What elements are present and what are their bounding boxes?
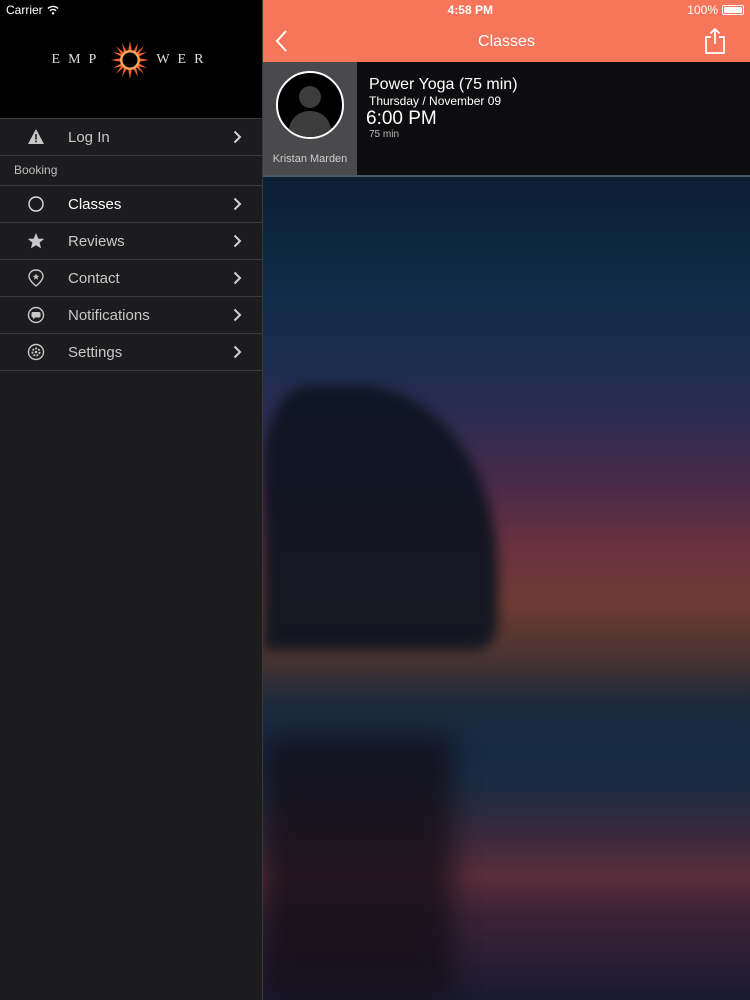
circle-icon (26, 194, 46, 214)
sidebar-item-reviews[interactable]: Reviews (0, 223, 262, 260)
logo-text-right: WER (156, 52, 212, 67)
person-silhouette-icon (288, 86, 332, 137)
avatar (276, 71, 344, 139)
class-card[interactable]: Kristan Marden Power Yoga (75 min) Thurs… (263, 62, 750, 177)
instructor-name: Kristan Marden (272, 153, 348, 165)
chevron-right-icon (233, 308, 242, 322)
logo-text-left: EMP (51, 52, 105, 67)
status-carrier: Carrier (6, 3, 59, 17)
status-battery: 100% (687, 3, 744, 17)
navigation-bar: 4:58 PM 100% Classes (263, 0, 750, 62)
sidebar-item-label: Classes (68, 195, 122, 213)
background-reflection (263, 735, 453, 1000)
sidebar-item-label: Reviews (68, 232, 125, 250)
gear-icon (26, 342, 46, 362)
share-icon[interactable] (704, 27, 726, 55)
class-title: Power Yoga (75 min) (369, 76, 518, 93)
sidebar: Carrier EMP WER Log In Booking Classes R… (0, 0, 263, 1000)
sidebar-item-label: Notifications (68, 306, 150, 324)
sun-logo-icon (111, 41, 150, 79)
status-time: 4:58 PM (447, 3, 493, 17)
battery-icon (722, 5, 744, 15)
login-menu-item[interactable]: Log In (0, 118, 262, 156)
booking-section-label: Booking (0, 156, 262, 186)
sidebar-item-label: Contact (68, 269, 120, 287)
class-duration: 75 min (369, 129, 400, 140)
location-pin-icon (26, 268, 46, 288)
sidebar-header: Carrier EMP WER (0, 0, 262, 118)
carrier-label: Carrier (6, 3, 43, 17)
sidebar-item-settings[interactable]: Settings (0, 334, 262, 371)
chevron-right-icon (233, 234, 242, 248)
main-content: 4:58 PM 100% Classes Kristan Marden Powe… (263, 0, 750, 1000)
sidebar-item-label: Settings (68, 343, 123, 361)
wifi-icon (47, 5, 59, 15)
chevron-right-icon (233, 197, 242, 211)
class-date: Thursday / November 09 (369, 94, 502, 108)
login-label: Log In (68, 128, 110, 146)
chevron-right-icon (233, 345, 242, 359)
chat-bubble-icon (26, 305, 46, 325)
battery-percent: 100% (687, 3, 718, 17)
page-title: Classes (478, 33, 535, 50)
sidebar-item-notifications[interactable]: Notifications (0, 297, 262, 334)
instructor-panel: Kristan Marden (263, 62, 357, 175)
chevron-right-icon (233, 271, 242, 285)
class-time: 6:00 PM (366, 108, 437, 129)
star-icon (26, 231, 46, 251)
chevron-right-icon (233, 130, 242, 144)
sidebar-item-classes[interactable]: Classes (0, 186, 262, 223)
empower-logo: EMP WER (0, 40, 263, 80)
sidebar-item-contact[interactable]: Contact (0, 260, 262, 297)
warning-icon (26, 127, 46, 147)
